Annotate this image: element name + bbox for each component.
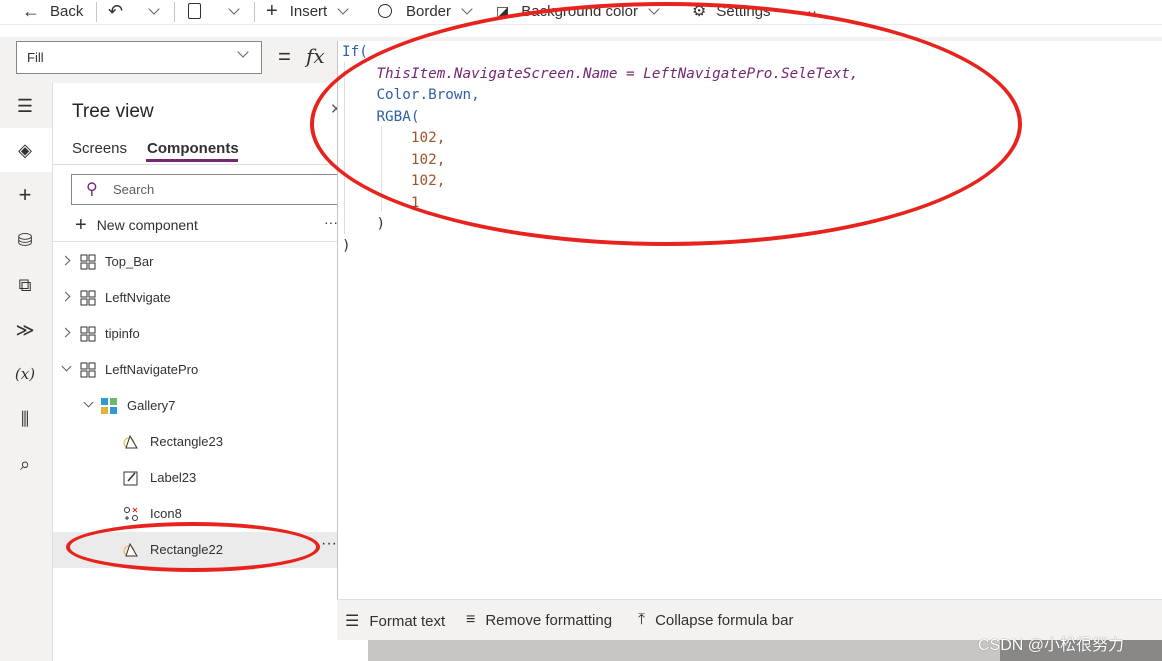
gallery-icon [101,398,117,414]
active-tab-indicator [146,159,238,162]
tree-item-rectangle23[interactable]: Rectangle23 [53,424,337,460]
component-icon [80,290,96,306]
more-options-icon[interactable]: ··· [324,214,338,230]
annotation-ellipse-rectangle22 [66,522,320,572]
annotation-ellipse-formula [310,2,1022,246]
plus-icon[interactable]: + [12,182,38,208]
undo-button[interactable]: ↶ [108,0,123,22]
chevron-right-icon [60,255,71,266]
chevron-right-icon [60,327,71,338]
chevron-down-icon [61,361,72,372]
fx-icon[interactable]: fx [306,44,325,68]
icons-icon [124,507,138,521]
component-icon [80,362,96,378]
more-options-icon[interactable]: ··· [321,535,337,553]
paste-button[interactable] [188,0,201,22]
divider [53,164,337,165]
border-button[interactable]: Border [378,0,473,22]
tree-item-label: tipinfo [105,326,140,341]
collapse-icon: ⤒ [638,611,646,628]
border-label: Border [406,2,452,20]
code-line: ) [376,216,386,232]
tree-item-label: Icon8 [150,506,182,521]
code-line: ) [342,237,351,254]
tree-item-label: Rectangle23 [150,434,223,449]
back-label: Back [50,2,84,20]
chevron-down-icon [83,397,94,408]
tree-item-leftnavigatepro[interactable]: LeftNavigatePro [53,352,337,388]
toolbar-divider [174,2,175,22]
insert-button[interactable]: + Insert [266,0,349,22]
chevron-right-icon [60,291,71,302]
watermark: CSDN @小松很努力 [978,637,1125,654]
property-dropdown[interactable]: Fill [16,41,262,74]
toolbar-divider [254,2,255,22]
plus-icon: + [266,0,278,22]
tree-item-gallery7[interactable]: Gallery7 [53,388,337,424]
database-icon[interactable]: ⛁ [12,227,38,253]
collapse-formula-bar-label: Collapse formula bar [655,611,794,629]
search-input[interactable] [71,174,341,205]
tree-item-label: LeftNvigate [105,290,171,305]
tree-view-title: Tree view [72,101,154,122]
format-text-label: Format text [369,612,446,630]
shape-icon [123,434,138,449]
collapse-formula-bar-button[interactable]: ⤒ Collapse formula bar [638,611,793,629]
search-placeholder: Search [113,182,155,197]
chevron-down-icon [148,2,160,15]
new-component-button[interactable]: + New component [75,214,198,236]
remove-formatting-button[interactable]: ≡ Remove formatting [466,611,612,629]
back-arrow-icon: ← [22,0,40,21]
tree-item-label: LeftNavigatePro [105,362,199,377]
plus-icon: + [75,213,87,236]
border-icon [378,4,392,18]
power-automate-icon[interactable]: ≫ [12,317,38,343]
undo-dropdown[interactable] [148,0,160,22]
toolbar-divider [96,2,97,22]
tree-item-leftnvigate[interactable]: LeftNvigate [53,280,337,316]
tree-item-label23[interactable]: Label23 [53,460,337,496]
chevron-down-icon [237,46,249,58]
chevron-down-icon [337,2,349,15]
equals-sign: = [278,44,291,69]
property-value: Fill [27,50,44,65]
back-button[interactable]: ← Back [22,0,83,22]
tab-components[interactable]: Components [147,140,239,157]
variables-icon[interactable]: (x) [12,361,38,387]
chevron-down-icon [461,2,473,15]
format-text-icon: ☰ [345,613,360,630]
tree-item-label: Label23 [150,470,197,485]
tree-item-tipinfo[interactable]: tipinfo [53,316,337,352]
component-icon [80,254,96,270]
search-icon: ⚲ [86,181,98,198]
format-text-button[interactable]: ☰ Format text [345,611,445,631]
label-icon [123,471,138,486]
insert-label: Insert [289,2,328,20]
undo-icon: ↶ [108,0,124,21]
paste-dropdown[interactable] [228,0,240,22]
new-component-label: New component [96,217,198,233]
hamburger-menu-icon[interactable]: ☰ [12,93,38,119]
tree-item-label: Top_Bar [105,254,154,269]
divider [53,241,337,242]
media-icon[interactable]: ⧉ [12,272,38,298]
tab-screens[interactable]: Screens [72,140,127,157]
tree-item-label: Gallery7 [127,398,176,413]
tree-item-top-bar[interactable]: Top_Bar [53,244,337,280]
remove-formatting-icon: ≡ [466,611,476,628]
code-line: If( [342,44,368,60]
search-icon[interactable]: ⌕ [12,451,38,477]
remove-formatting-label: Remove formatting [485,611,613,629]
component-icon [80,326,96,342]
tools-icon[interactable]: ⫼ [12,406,38,432]
layers-icon[interactable]: ◈ [12,137,38,163]
clipboard-icon [188,3,201,19]
chevron-down-icon [228,2,240,15]
